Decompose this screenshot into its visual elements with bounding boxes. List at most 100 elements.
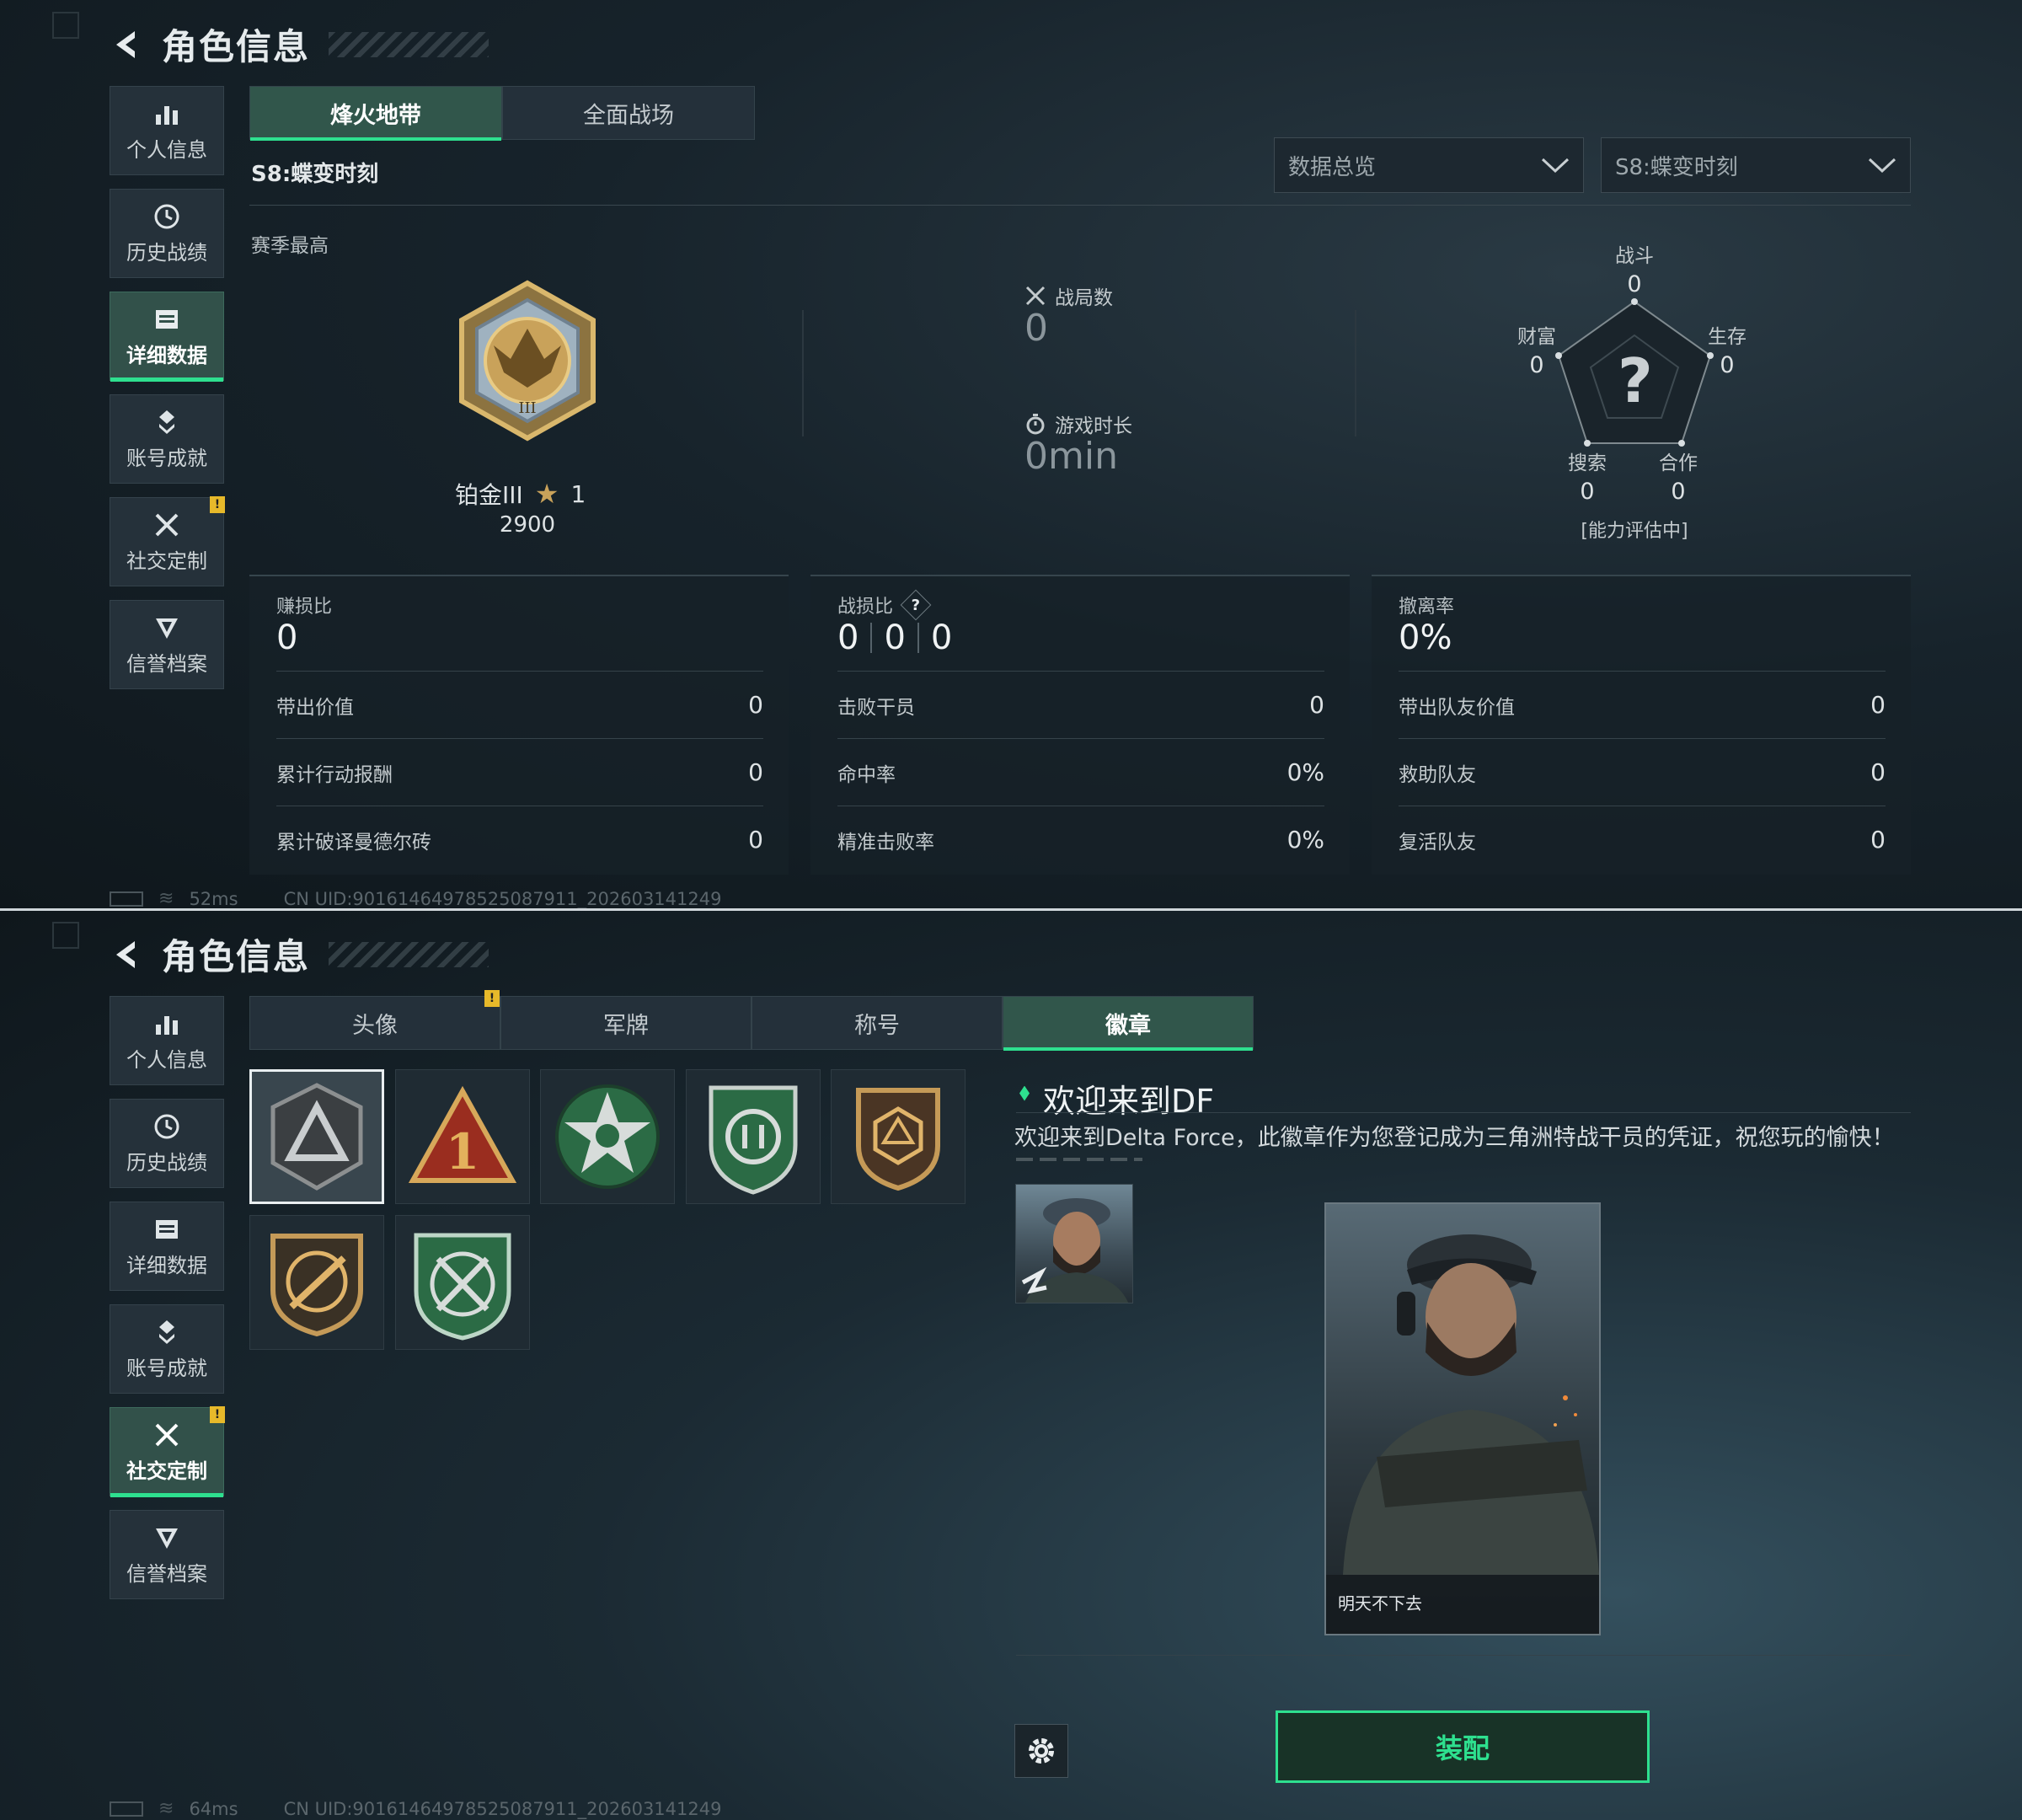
sidebar-item-social[interactable]: 社交定制 ! [110, 496, 225, 586]
shield-icon [156, 618, 178, 639]
stat-value: 0 [748, 691, 763, 719]
sidebar-item-personal-info[interactable]: 个人信息 [110, 86, 224, 175]
sidebar-item-reputation[interactable]: 信誉档案 [110, 600, 224, 689]
stat-value: 0 [1870, 758, 1886, 786]
divider [249, 205, 1911, 206]
sidebar-item-label: 个人信息 [126, 137, 207, 162]
folder-icon [156, 309, 178, 329]
wifi-icon: ≋ [158, 888, 174, 909]
bar-chart-icon [156, 105, 178, 125]
stat-label: 命中率 [837, 763, 896, 786]
sidebar-item-reputation[interactable]: 信誉档案 [110, 1510, 224, 1599]
sidebar-item-social[interactable]: 社交定制 ! [110, 1406, 225, 1497]
avatar [1015, 1184, 1133, 1303]
achievement-icon [159, 410, 174, 434]
badge-description: 欢迎来到Delta Force，此徽章作为您登记成为三角洲特战干员的凭证，祝您玩… [1014, 1125, 1895, 1151]
sidebar-item-label: 信誉档案 [126, 651, 207, 676]
detailed-data-screen: 角色信息 个人信息 历史战绩 详细数据 账号成就 社交定制 ! 信誉档案 烽火地… [0, 0, 2022, 910]
stat-row: 复活队友 0 [1399, 806, 1886, 873]
operator-portrait [1343, 1234, 1599, 1575]
playtime-header: 游戏时长 [1024, 410, 1132, 438]
badge-slot[interactable] [686, 1069, 821, 1204]
crossed-swords-badge-icon [414, 1233, 511, 1341]
sidebar-item-achievements[interactable]: 账号成就 [110, 1304, 224, 1394]
chevron-down-icon [1868, 158, 1896, 174]
notification-badge: ! [484, 990, 500, 1007]
uid-text: CN UID:90161464978525087911_202603141249 [283, 888, 722, 909]
description-underline [1016, 1158, 1142, 1161]
stat-label: 累计破译曼德尔砖 [276, 831, 431, 854]
kd-separator [870, 623, 873, 653]
sidebar-item-label: 社交定制 [126, 1459, 207, 1483]
rank-info: 铂金III ★ 1 [455, 477, 586, 511]
radar-value-search: 0 [1580, 479, 1595, 505]
panel-header: 战损比 [837, 597, 894, 618]
matches-value: 0 [1024, 307, 1048, 350]
badge-slot[interactable] [249, 1215, 384, 1350]
sidebar-item-detailed-data[interactable]: 详细数据 [110, 1202, 224, 1291]
stat-label: 带出队友价值 [1399, 696, 1515, 719]
stat-label: 精准击败率 [837, 831, 934, 854]
divider [1016, 1112, 1911, 1113]
sidebar-item-label: 个人信息 [126, 1047, 207, 1072]
sidebar-item-history[interactable]: 历史战绩 [110, 1099, 224, 1188]
svg-text:III: III [518, 399, 536, 417]
page-header: 角色信息 [110, 19, 489, 70]
badge-slot[interactable]: 1 [395, 1069, 530, 1204]
card-name: 明天不下去 [1326, 1575, 1599, 1634]
tab-dogtag[interactable]: 军牌 [500, 996, 752, 1050]
radar-label-coop: 合作 [1659, 452, 1698, 474]
data-type-dropdown[interactable]: 数据总览 [1274, 137, 1584, 193]
matches-label: 战局数 [1055, 287, 1113, 309]
ping-value: 64ms [189, 1798, 238, 1819]
green-star-badge-icon [555, 1084, 660, 1189]
settings-button[interactable] [1014, 1724, 1068, 1778]
title-stripes [329, 31, 489, 57]
matches-header: 战局数 [1024, 281, 1113, 310]
badge-slot[interactable] [831, 1069, 966, 1204]
folder-icon [156, 1219, 178, 1239]
panel-value: 0% [1399, 618, 1452, 657]
stat-value: 0% [1286, 826, 1324, 854]
tab-avatar[interactable]: 头像 ! [249, 990, 500, 1050]
status-bar: ≋ 64ms CN UID:90161464978525087911_20260… [110, 1798, 721, 1819]
sidebar-item-label: 详细数据 [126, 1253, 207, 1277]
radar-label-wealth: 财富 [1517, 326, 1556, 348]
stat-value: 0 [1870, 826, 1886, 854]
season-dropdown[interactable]: S8:蝶变时刻 [1601, 137, 1911, 193]
page-header: 角色信息 [110, 929, 489, 980]
kd-values: 0 0 0 [837, 618, 952, 657]
green-shield-badge-icon [709, 1085, 798, 1195]
divider [1355, 310, 1356, 436]
tab-hazard-zone[interactable]: 烽火地带 [249, 86, 502, 141]
stopwatch-icon [1026, 414, 1045, 435]
help-mark: ? [911, 596, 921, 614]
badge-slot[interactable] [395, 1215, 530, 1350]
sidebar-item-achievements[interactable]: 账号成就 [110, 394, 224, 484]
back-arrow-icon[interactable] [110, 28, 143, 62]
sidebar-item-history[interactable]: 历史战绩 [110, 189, 224, 278]
help-icon[interactable]: ? [900, 589, 932, 621]
page-title: 角色信息 [162, 936, 311, 977]
tab-title[interactable]: 称号 [752, 996, 1003, 1050]
back-arrow-icon[interactable] [110, 938, 143, 972]
tab-full-battlefield[interactable]: 全面战场 [502, 86, 755, 140]
tab-badge[interactable]: 徽章 [1003, 996, 1254, 1051]
rank-stars: 1 [570, 479, 586, 508]
equip-button[interactable]: 装配 [1276, 1710, 1650, 1783]
number-one-triangle-badge-icon: 1 [408, 1086, 517, 1183]
badge-slot[interactable] [540, 1069, 675, 1204]
sidebar-item-personal-info[interactable]: 个人信息 [110, 996, 224, 1085]
screen-separator [0, 908, 2022, 911]
panel-header: 撤离率 [1399, 597, 1455, 618]
badge-slot[interactable] [249, 1069, 384, 1204]
battery-icon [110, 891, 143, 907]
stat-row: 击败干员 0 [837, 671, 1324, 738]
playtime-value: 0min [1024, 435, 1118, 478]
tools-icon [155, 1423, 179, 1446]
radar-value-wealth: 0 [1529, 352, 1544, 378]
panel-header-group: 战损比 ? [837, 589, 932, 621]
chevron-down-icon [1541, 158, 1570, 174]
sidebar: 个人信息 历史战绩 详细数据 账号成就 社交定制 ! 信誉档案 [110, 996, 225, 1613]
sidebar-item-detailed-data[interactable]: 详细数据 [110, 292, 224, 382]
